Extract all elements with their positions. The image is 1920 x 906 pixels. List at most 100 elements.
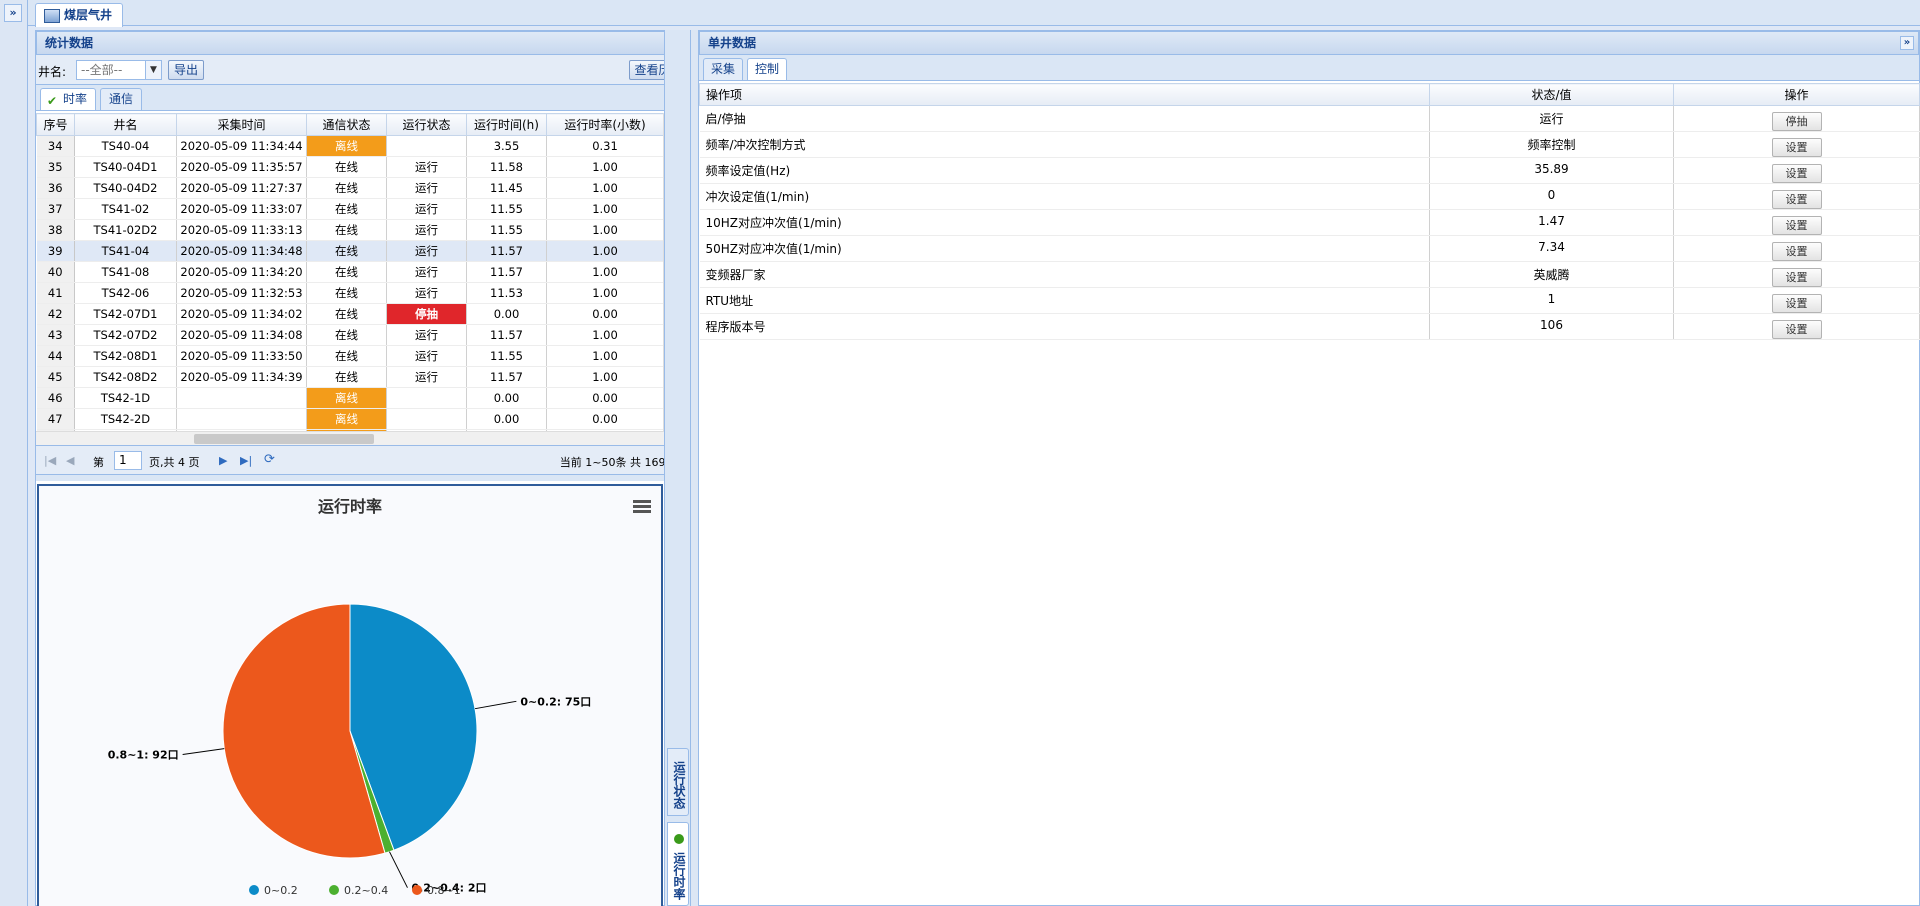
first-page-icon[interactable]: |◀ bbox=[44, 454, 56, 467]
control-value: 1 bbox=[1429, 287, 1674, 314]
control-item: 变频器厂家 bbox=[699, 261, 1430, 288]
table-cell: 在线 bbox=[306, 240, 387, 262]
table-cell: 在线 bbox=[306, 219, 387, 241]
table-cell: 2020-05-09 11:35:57 bbox=[176, 156, 307, 178]
well-name-select[interactable]: --全部-- ▼ bbox=[76, 60, 162, 80]
table-row[interactable]: 44 TS42-08D1 2020-05-09 11:33:50 在线 运行 11.55 1… bbox=[36, 345, 663, 367]
table-cell: 在线 bbox=[306, 366, 387, 388]
tab-rate[interactable]: ✔ 时率 bbox=[40, 88, 96, 110]
table-cell: 离线 bbox=[306, 408, 387, 430]
table-row[interactable]: 35 TS40-04D1 2020-05-09 11:35:57 在线 运行 11.58 1… bbox=[36, 156, 663, 178]
table-cell: TS42-1D bbox=[74, 387, 177, 409]
table-row[interactable]: 47 TS42-2D 离线 0.00 0.00 bbox=[36, 408, 663, 430]
export-button[interactable]: 导出 bbox=[168, 60, 204, 80]
table-cell: 3.55 bbox=[466, 135, 547, 157]
table-row[interactable]: 45 TS42-08D2 2020-05-09 11:34:39 在线 运行 11.57 1… bbox=[36, 366, 663, 388]
table-cell: TS42-06 bbox=[74, 282, 177, 304]
table-cell: 11.57 bbox=[466, 240, 547, 262]
table-cell: 运行 bbox=[386, 240, 467, 262]
pie-label-connector bbox=[474, 700, 517, 710]
set-button[interactable]: 设置 bbox=[1771, 190, 1822, 209]
col-header[interactable]: 通信状态 bbox=[306, 113, 387, 136]
next-page-icon[interactable]: ▶ bbox=[219, 454, 227, 467]
table-row[interactable]: 46 TS42-1D 离线 0.00 0.00 bbox=[36, 387, 663, 409]
collapse-strip[interactable] bbox=[691, 30, 698, 906]
table-row[interactable]: 34 TS40-04 2020-05-09 11:34:44 离线 3.55 0.31 bbox=[36, 135, 663, 157]
table-cell: 0.00 bbox=[546, 408, 663, 430]
col-header[interactable]: 运行时率(小数) bbox=[546, 113, 663, 136]
set-button[interactable]: 设置 bbox=[1771, 294, 1822, 313]
table-row[interactable]: 39 TS41-04 2020-05-09 11:34:48 在线 运行 11.57 1.0… bbox=[36, 240, 663, 262]
tab-label: 煤层气井 bbox=[64, 8, 113, 22]
control-value: 0 bbox=[1429, 183, 1674, 210]
set-button[interactable]: 设置 bbox=[1771, 320, 1822, 339]
control-action-cell: 设置 bbox=[1673, 157, 1920, 184]
legend-marker[interactable] bbox=[329, 885, 339, 895]
expand-nav-icon[interactable]: » bbox=[4, 4, 22, 22]
table-cell: 34 bbox=[36, 135, 75, 157]
table-row[interactable]: 42 TS42-07D1 2020-05-09 11:34:02 在线 停抽 0.00 0.… bbox=[36, 303, 663, 325]
table-cell: 停抽 bbox=[386, 303, 467, 325]
legend-marker[interactable] bbox=[412, 885, 422, 895]
table-cell: 1.00 bbox=[546, 261, 663, 283]
table-row[interactable]: 43 TS42-07D2 2020-05-09 11:34:08 在线 运行 11.57 1… bbox=[36, 324, 663, 346]
col-header[interactable]: 运行时间(h) bbox=[466, 113, 547, 136]
set-button[interactable]: 设置 bbox=[1771, 268, 1822, 287]
panel-title: 统计数据 bbox=[36, 31, 690, 55]
legend-item[interactable]: 0~0.2 bbox=[264, 884, 298, 897]
tab-collect[interactable]: 采集 bbox=[703, 58, 743, 80]
col-header[interactable]: 运行状态 bbox=[386, 113, 467, 136]
single-well-tab-bar: 采集 控制 bbox=[699, 55, 1919, 81]
tab-coalbed-gas-well[interactable]: 煤层气井 bbox=[35, 3, 123, 27]
well-name-label: 井名: bbox=[38, 65, 67, 79]
set-button[interactable]: 设置 bbox=[1771, 138, 1822, 157]
stop-pump-button[interactable]: 停抽 bbox=[1771, 112, 1822, 131]
chart-type-sidebar: 运行状态 运行时率 bbox=[664, 30, 690, 906]
legend-item[interactable]: 0.2~0.4 bbox=[344, 884, 388, 897]
run-rate-chart: 运行时率 0~0.2: 75口 0.2~0.4: 2口 0.8~1: 92口 0~0… bbox=[37, 484, 663, 906]
page-number-input[interactable]: 1 bbox=[114, 451, 142, 470]
horizontal-scrollbar[interactable] bbox=[36, 431, 677, 445]
table-cell: 11.55 bbox=[466, 219, 547, 241]
set-button[interactable]: 设置 bbox=[1771, 216, 1822, 235]
vtab-run-status[interactable]: 运行状态 bbox=[667, 748, 689, 816]
table-cell: 在线 bbox=[306, 282, 387, 304]
table-cell: 11.57 bbox=[466, 366, 547, 388]
last-page-icon[interactable]: ▶| bbox=[240, 454, 252, 467]
tab-control[interactable]: 控制 bbox=[747, 58, 787, 80]
set-button[interactable]: 设置 bbox=[1771, 164, 1822, 183]
table-row[interactable]: 36 TS40-04D2 2020-05-09 11:27:37 在线 运行 11.45 1… bbox=[36, 177, 663, 199]
col-header[interactable]: 井名 bbox=[74, 113, 177, 136]
refresh-icon[interactable]: ⟳ bbox=[264, 452, 275, 467]
vtab-run-rate[interactable]: 运行时率 bbox=[667, 822, 689, 906]
table-cell: 35 bbox=[36, 156, 75, 178]
pie-data-label: 0~0.2: 75口 bbox=[520, 695, 591, 708]
col-header[interactable]: 序号 bbox=[36, 113, 75, 136]
control-item: RTU地址 bbox=[699, 287, 1430, 314]
menu-icon[interactable] bbox=[633, 500, 651, 514]
tab-communication[interactable]: 通信 bbox=[100, 88, 142, 110]
prev-page-icon[interactable]: ◀ bbox=[66, 454, 74, 467]
table-row[interactable]: 37 TS41-02 2020-05-09 11:33:07 在线 运行 11.55 1.0… bbox=[36, 198, 663, 220]
table-cell: 47 bbox=[36, 408, 75, 430]
table-cell: 1.00 bbox=[546, 177, 663, 199]
table-row[interactable]: 38 TS41-02D2 2020-05-09 11:33:13 在线 运行 11.55 1… bbox=[36, 219, 663, 241]
table-cell bbox=[386, 387, 467, 409]
single-well-panel: 单井数据 » 采集 控制 操作项 状态/值 操作 启/停抽 运行 停抽 频率/冲次控制… bbox=[698, 30, 1920, 906]
col-header[interactable]: 采集时间 bbox=[176, 113, 307, 136]
table-cell: 运行 bbox=[386, 366, 467, 388]
collapse-panel-icon[interactable]: » bbox=[1900, 36, 1914, 50]
chevron-down-icon[interactable]: ▼ bbox=[145, 61, 161, 79]
table-cell: 42 bbox=[36, 303, 75, 325]
splitter[interactable] bbox=[36, 475, 690, 481]
table-row[interactable]: 40 TS41-08 2020-05-09 11:34:20 在线 运行 11.57 1.0… bbox=[36, 261, 663, 283]
table-row[interactable]: 41 TS42-06 2020-05-09 11:32:53 在线 运行 11.53 1.0… bbox=[36, 282, 663, 304]
table-cell: 2020-05-09 11:34:20 bbox=[176, 261, 307, 283]
scroll-thumb[interactable] bbox=[194, 434, 374, 444]
set-button[interactable]: 设置 bbox=[1771, 242, 1822, 261]
legend-marker[interactable] bbox=[249, 885, 259, 895]
col-header-item: 操作项 bbox=[699, 83, 1430, 106]
control-row: 启/停抽 运行 停抽 bbox=[699, 105, 1920, 132]
table-cell: 0.00 bbox=[466, 303, 547, 325]
legend-item[interactable]: 0.8~1 bbox=[427, 884, 461, 897]
